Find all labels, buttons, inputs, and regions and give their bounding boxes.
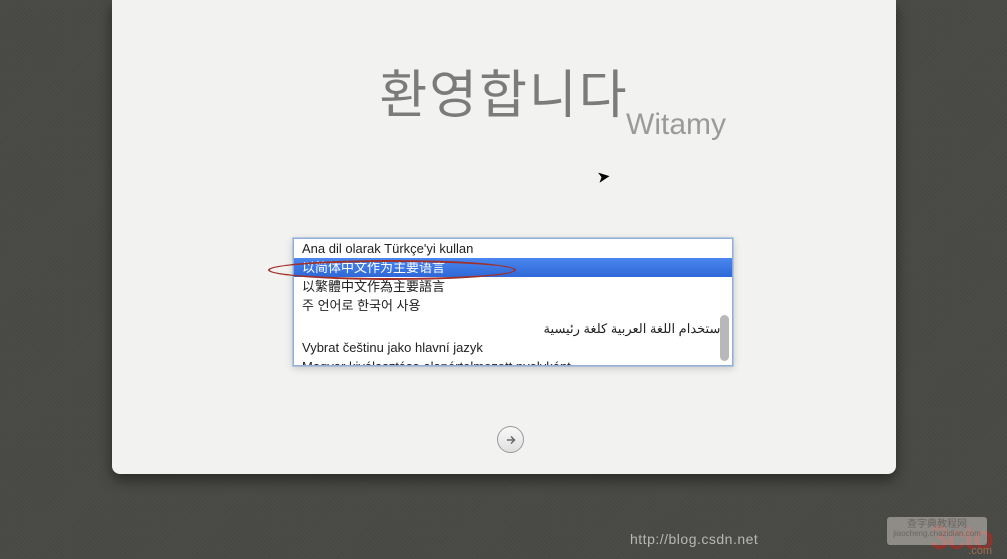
language-option[interactable]: Ana dil olarak Türkçe'yi kullan — [294, 239, 732, 258]
language-option[interactable]: Magyar kiválasztása alapértelmezett nyel… — [294, 357, 732, 365]
continue-button[interactable] — [497, 426, 524, 453]
scrollbar[interactable] — [719, 241, 730, 363]
watermark-url: http://blog.csdn.net — [630, 531, 758, 547]
cursor-icon: ➤ — [596, 166, 612, 188]
language-option[interactable]: 以繁體中文作為主要語言 — [294, 277, 732, 296]
scroll-thumb[interactable] — [720, 315, 729, 361]
language-option[interactable]: 以简体中文作为主要语言 — [294, 258, 732, 277]
watermark-stamp: 查字典教程网 jiaocheng.chazidian.com — [887, 517, 987, 545]
setup-assistant-panel: 환영합니다 Witamy ➤ Ana dil olarak Türkçe'yi … — [112, 0, 896, 474]
welcome-heading-small: Witamy — [112, 108, 896, 142]
language-listbox[interactable]: Ana dil olarak Türkçe'yi kullan以简体中文作为主要… — [293, 238, 733, 366]
language-option[interactable]: Vybrat češtinu jako hlavní jazyk — [294, 338, 732, 357]
language-option[interactable]: 주 언어로 한국어 사용 — [294, 296, 732, 315]
arrow-right-icon — [504, 433, 518, 447]
language-option[interactable]: استخدام اللغة العربية كلغة رئيسية — [294, 319, 732, 338]
